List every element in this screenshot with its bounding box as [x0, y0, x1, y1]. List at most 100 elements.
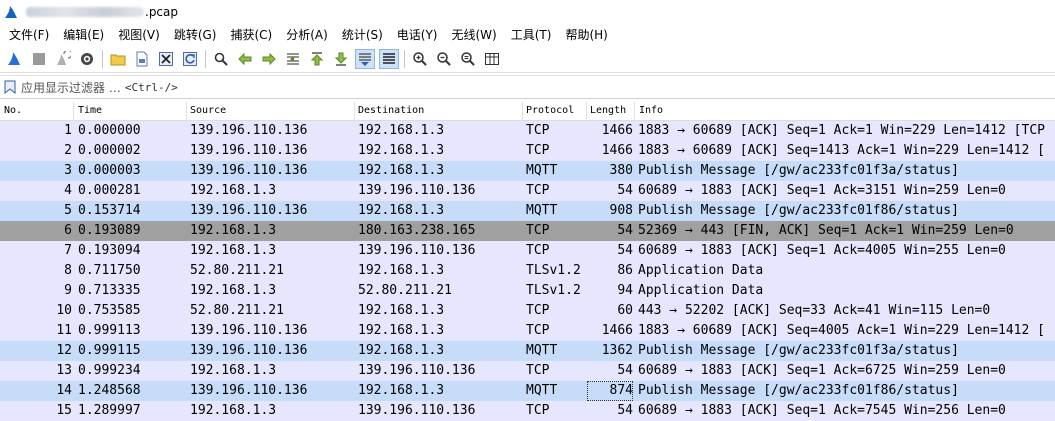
packet-row[interactable]: 3 0.000003 139.196.110.136 192.168.1.3 M…	[0, 161, 1055, 181]
blurred-filename	[26, 7, 144, 17]
packet-row[interactable]: 8 0.711750 52.80.211.21 192.168.1.3 TLSv…	[0, 261, 1055, 281]
column-divider[interactable]	[522, 102, 523, 120]
packet-protocol: TCP	[526, 323, 550, 338]
packet-row[interactable]: 11 0.999113 139.196.110.136 192.168.1.3 …	[0, 321, 1055, 341]
packet-destination: 139.196.110.136	[358, 363, 476, 378]
packet-row[interactable]: 1 0.000000 139.196.110.136 192.168.1.3 T…	[0, 121, 1055, 141]
packet-row[interactable]: 4 0.000281 192.168.1.3 139.196.110.136 T…	[0, 181, 1055, 201]
go-forward-button[interactable]	[259, 49, 279, 69]
packet-number: 2	[64, 143, 72, 158]
column-divider[interactable]	[73, 102, 74, 120]
menu-edit[interactable]: 编辑(E)	[56, 24, 111, 46]
menu-view[interactable]: 视图(V)	[111, 24, 167, 46]
capture-options-button[interactable]	[77, 49, 97, 69]
open-file-button[interactable]	[108, 49, 128, 69]
start-capture-button[interactable]	[5, 49, 25, 69]
column-header-no[interactable]: No.	[4, 105, 22, 116]
first-packet-button[interactable]	[307, 49, 327, 69]
zoom-in-button[interactable]	[410, 49, 430, 69]
menu-statistics[interactable]: 统计(S)	[335, 24, 390, 46]
packet-row[interactable]: 9 0.713335 192.168.1.3 52.80.211.21 TLSv…	[0, 281, 1055, 301]
packet-protocol: TCP	[526, 403, 550, 418]
column-header-length[interactable]: Length	[590, 105, 626, 116]
packet-source: 139.196.110.136	[190, 203, 308, 218]
reload-file-button[interactable]	[180, 49, 200, 69]
packet-row[interactable]: 14 1.248568 139.196.110.136 192.168.1.3 …	[0, 381, 1055, 401]
last-packet-button[interactable]	[331, 49, 351, 69]
packet-source: 139.196.110.136	[190, 323, 308, 338]
packet-row[interactable]: 7 0.193094 192.168.1.3 139.196.110.136 T…	[0, 241, 1055, 261]
packet-protocol: MQTT	[526, 203, 558, 218]
menu-bar: 文件(F) 编辑(E) 视图(V) 跳转(G) 捕获(C) 分析(A) 统计(S…	[0, 24, 1055, 46]
packet-number: 13	[56, 363, 72, 378]
packet-length: 60	[617, 303, 633, 318]
packet-info: Publish Message [/gw/ac233fc01f86/status…	[638, 383, 959, 398]
close-file-button[interactable]	[156, 49, 176, 69]
column-header-source[interactable]: Source	[190, 105, 226, 116]
resize-columns-button[interactable]	[482, 49, 502, 69]
go-back-button[interactable]	[235, 49, 255, 69]
packet-time: 0.000002	[78, 143, 141, 158]
filter-placeholder: <Ctrl-/>	[124, 80, 178, 94]
packet-source: 52.80.211.21	[190, 263, 284, 278]
column-divider[interactable]	[586, 102, 587, 120]
menu-help[interactable]: 帮助(H)	[558, 24, 614, 46]
menu-wireless[interactable]: 无线(W)	[445, 24, 504, 46]
packet-source: 192.168.1.3	[190, 183, 277, 198]
packet-row[interactable]: 5 0.153714 139.196.110.136 192.168.1.3 M…	[0, 201, 1055, 221]
autoscroll-button[interactable]	[355, 49, 375, 69]
menu-go[interactable]: 跳转(G)	[167, 24, 224, 46]
column-header-protocol[interactable]: Protocol	[526, 105, 574, 116]
menu-capture[interactable]: 捕获(C)	[223, 24, 279, 46]
packet-number: 15	[56, 403, 72, 418]
zoom-in-icon	[413, 52, 427, 66]
column-divider[interactable]	[354, 102, 355, 120]
packet-length: 380	[609, 163, 633, 178]
column-header-destination[interactable]: Destination	[358, 105, 424, 116]
packet-source: 192.168.1.3	[190, 243, 277, 258]
column-divider[interactable]	[634, 102, 635, 120]
colorize-button[interactable]	[379, 49, 399, 69]
menu-analyze[interactable]: 分析(A)	[279, 24, 335, 46]
column-header-info[interactable]: Info	[639, 105, 663, 116]
packet-number: 4	[64, 183, 72, 198]
packet-number: 10	[56, 303, 72, 318]
go-to-packet-button[interactable]	[283, 49, 303, 69]
close-file-icon	[159, 52, 173, 66]
packet-row[interactable]: 13 0.999234 192.168.1.3 139.196.110.136 …	[0, 361, 1055, 381]
column-header-time[interactable]: Time	[78, 105, 102, 116]
packet-protocol: TCP	[526, 183, 550, 198]
packet-row[interactable]: 10 0.753585 52.80.211.21 192.168.1.3 TCP…	[0, 301, 1055, 321]
menu-telephony[interactable]: 电话(Y)	[390, 24, 445, 46]
restart-capture-button[interactable]	[53, 49, 73, 69]
filter-label: 应用显示过滤器 …	[21, 80, 121, 95]
packet-list-header: No. Time Source Destination Protocol Len…	[0, 102, 1055, 121]
packet-number: 7	[64, 243, 72, 258]
window-title: .pcap	[145, 5, 178, 19]
packet-row[interactable]: 2 0.000002 139.196.110.136 192.168.1.3 T…	[0, 141, 1055, 161]
packet-length: 1466	[601, 323, 633, 338]
colorize-lines-icon	[383, 53, 395, 64]
zoom-out-button[interactable]	[434, 49, 454, 69]
packet-number: 3	[64, 163, 72, 178]
packet-info: 60689 → 1883 [ACK] Seq=1 Ack=7545 Win=25…	[638, 403, 1006, 418]
stop-capture-button[interactable]	[29, 49, 49, 69]
save-file-button[interactable]	[132, 49, 152, 69]
goto-packet-icon	[287, 53, 299, 65]
packet-row[interactable]: 6 0.193089 192.168.1.3 180.163.238.165 T…	[0, 221, 1055, 241]
find-packet-button[interactable]	[211, 49, 231, 69]
autoscroll-icon	[359, 53, 371, 66]
bookmark-icon[interactable]	[4, 80, 16, 94]
packet-row[interactable]: 15 1.289997 192.168.1.3 139.196.110.136 …	[0, 401, 1055, 421]
packet-protocol: MQTT	[526, 163, 558, 178]
packet-row[interactable]: 12 0.999115 139.196.110.136 192.168.1.3 …	[0, 341, 1055, 361]
menu-file[interactable]: 文件(F)	[2, 24, 56, 46]
packet-protocol: TCP	[526, 363, 550, 378]
packet-info: 443 → 52202 [ACK] Seq=33 Ack=41 Win=115 …	[638, 303, 991, 318]
packet-source: 192.168.1.3	[190, 283, 277, 298]
normal-size-button[interactable]	[458, 49, 478, 69]
menu-tools[interactable]: 工具(T)	[504, 24, 559, 46]
packet-destination: 52.80.211.21	[358, 283, 452, 298]
display-filter-input[interactable]: 应用显示过滤器 … <Ctrl-/>	[21, 79, 1055, 96]
column-divider[interactable]	[186, 102, 187, 120]
